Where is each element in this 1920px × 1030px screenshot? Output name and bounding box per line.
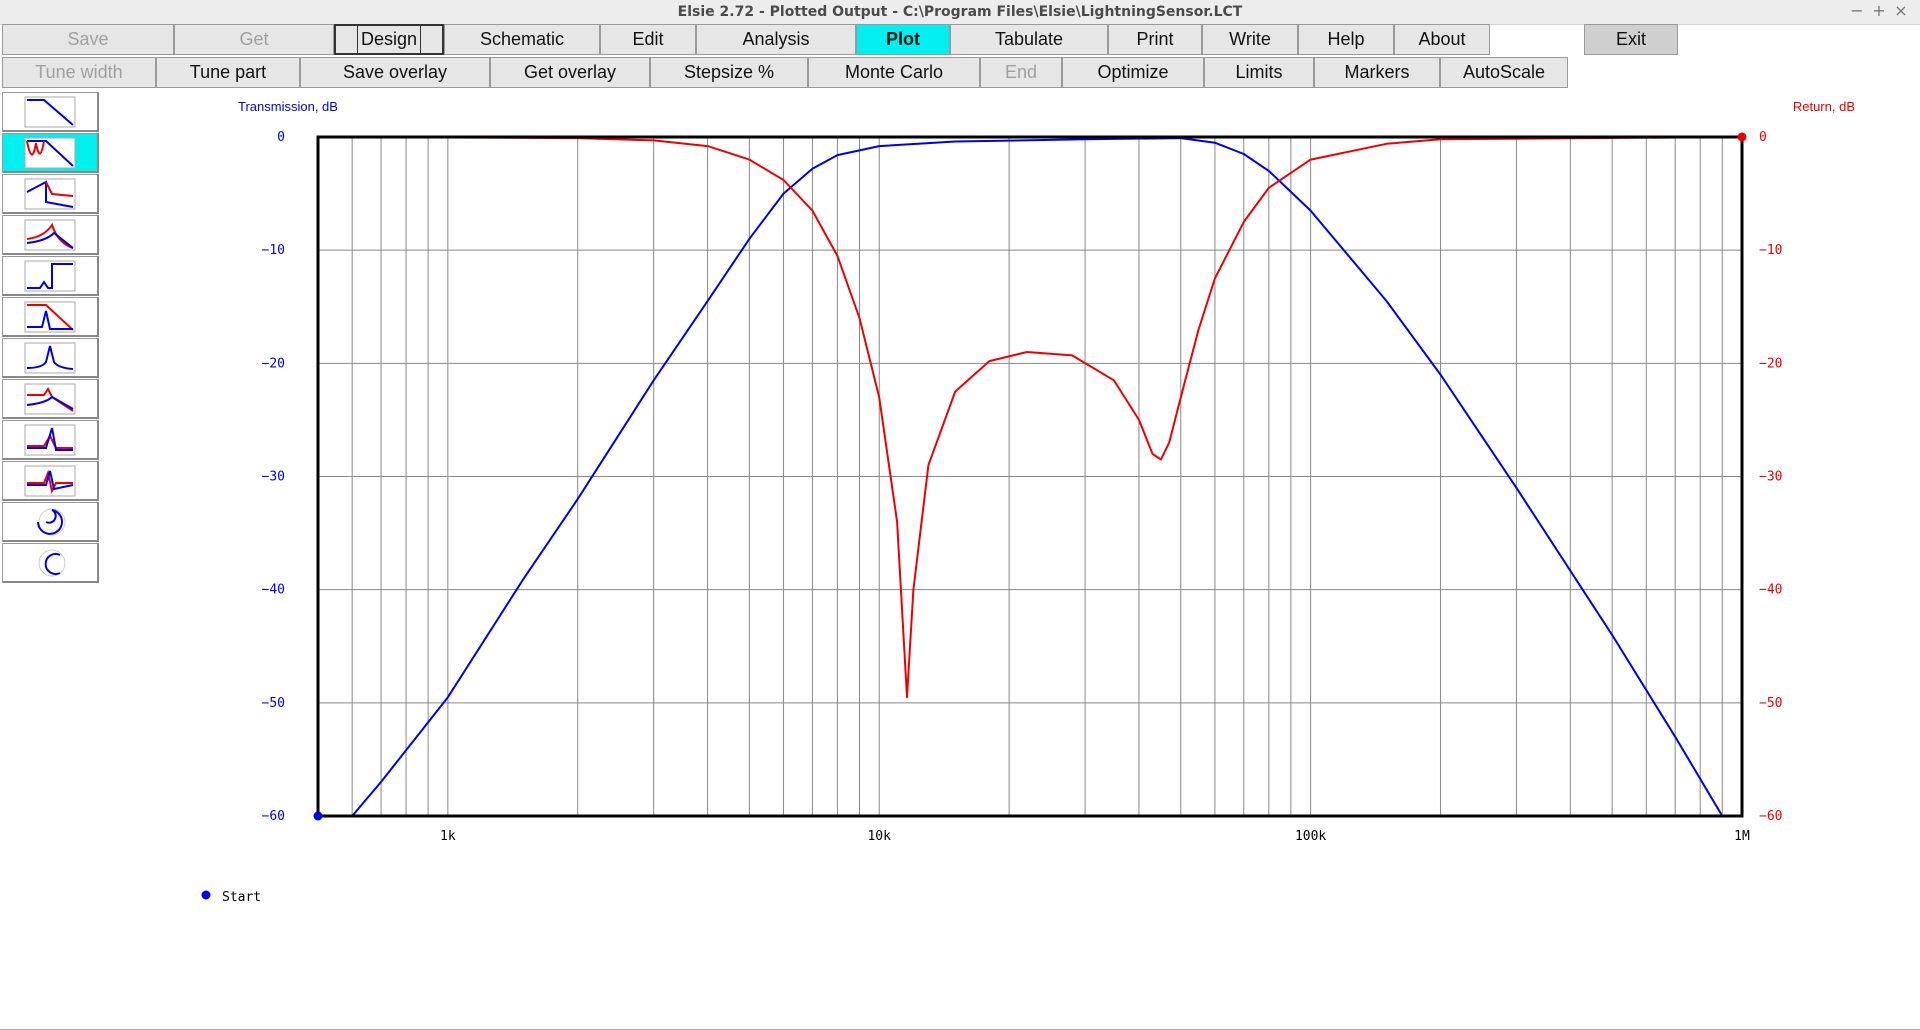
right-tick-label: −20	[1759, 356, 1782, 371]
left-tick-label: 0	[277, 130, 285, 145]
legend-start-label: Start	[222, 890, 261, 905]
right-tick-label: 0	[1759, 130, 1767, 145]
left-tick-label: −60	[262, 809, 285, 824]
left-tick-label: −20	[262, 356, 285, 371]
right-tick-label: −60	[1759, 809, 1782, 824]
legend-start-dot	[201, 890, 211, 900]
right-tick-label: −40	[1759, 583, 1782, 598]
plot-area: Transmission, dB Return, dB 0 −10 −20 −30 −4…	[201, 99, 1855, 905]
left-tick-label: −40	[262, 583, 285, 598]
left-axis-label: Transmission, dB	[238, 99, 338, 114]
right-tick-label: −10	[1759, 243, 1782, 258]
start-marker-transmission[interactable]	[313, 811, 323, 821]
return-series-line	[317, 136, 1743, 699]
right-tick-label: −30	[1759, 470, 1782, 485]
right-tick-label: −50	[1759, 696, 1782, 711]
x-tick-label: 100k	[1295, 829, 1326, 844]
grid-lines	[318, 136, 1742, 817]
start-marker-return[interactable]	[1737, 132, 1747, 142]
left-tick-label: −50	[262, 696, 285, 711]
x-tick-label: 1k	[440, 829, 456, 844]
right-axis-label: Return, dB	[1793, 99, 1855, 114]
left-tick-label: −10	[262, 243, 285, 258]
left-axis-ticks: 0 −10 −20 −30 −40 −50 −60	[262, 130, 285, 824]
transmission-series-line	[318, 137, 1742, 817]
left-tick-label: −30	[262, 470, 285, 485]
x-tick-label: 10k	[867, 829, 891, 844]
right-axis-ticks: 0 −10 −20 −30 −40 −50 −60	[1759, 130, 1782, 824]
x-tick-label: 1M	[1734, 829, 1750, 844]
x-axis-ticks: 1k 10k 100k 1M	[440, 829, 1750, 844]
